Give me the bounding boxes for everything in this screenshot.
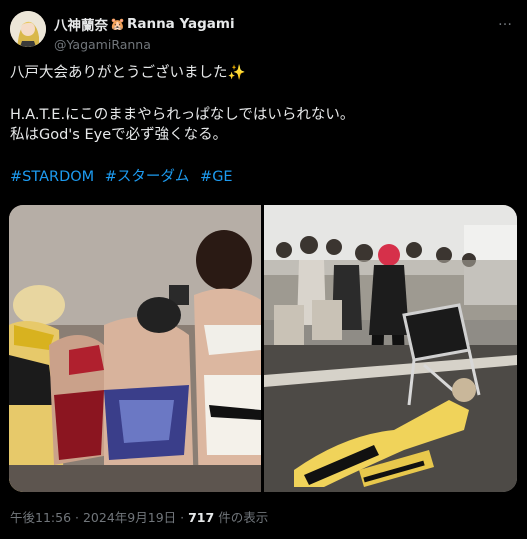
meta-separator: ·: [180, 510, 185, 525]
display-name[interactable]: 八神蘭奈 🐹 Ranna Yagami: [54, 14, 235, 34]
tweet-line: 八戸大会ありがとうございました✨: [10, 65, 246, 81]
display-name-jp: 八神蘭奈: [54, 18, 108, 34]
author-names: 八神蘭奈 🐹 Ranna Yagami @YagamiRanna: [54, 14, 235, 52]
view-count-label: 件の表示: [218, 510, 269, 525]
handle[interactable]: @YagamiRanna: [54, 37, 235, 52]
hamster-emoji: 🐹: [110, 17, 125, 31]
avatar-illustration-icon: [10, 11, 46, 47]
hashtag-link[interactable]: #スターダム: [105, 169, 190, 185]
tweet-line: H.A.T.E.にこのままやられっぱなしではいられない。: [10, 107, 355, 123]
tweet-line: 私はGod's Eyeで必ず強くなる。: [10, 127, 228, 143]
hashtag-link[interactable]: #GE: [200, 169, 233, 185]
hashtags: #STARDOM #スターダム #GE: [10, 167, 515, 187]
tweet-header: 八神蘭奈 🐹 Ranna Yagami @YagamiRanna …: [10, 10, 517, 54]
display-name-en: Ranna Yagami: [126, 16, 235, 32]
photo-wrestlers-huddle[interactable]: [9, 205, 261, 492]
tweet-time[interactable]: 午後11:56: [10, 510, 71, 525]
meta-separator: ·: [75, 510, 79, 525]
tweet-text: 八戸大会ありがとうございました✨ H.A.T.E.にこのままやられっぱなしではい…: [10, 63, 515, 187]
media-gallery: [9, 205, 517, 492]
hashtag-link[interactable]: #STARDOM: [10, 169, 94, 185]
photo-ringside-chair[interactable]: [264, 205, 517, 492]
more-options-icon[interactable]: …: [498, 13, 513, 29]
avatar[interactable]: [10, 11, 46, 47]
view-count: 717: [188, 510, 215, 525]
tweet-meta: 午後11:56 · 2024年9月19日 · 717 件の表示: [10, 507, 268, 526]
tweet-date[interactable]: 2024年9月19日: [83, 510, 176, 525]
